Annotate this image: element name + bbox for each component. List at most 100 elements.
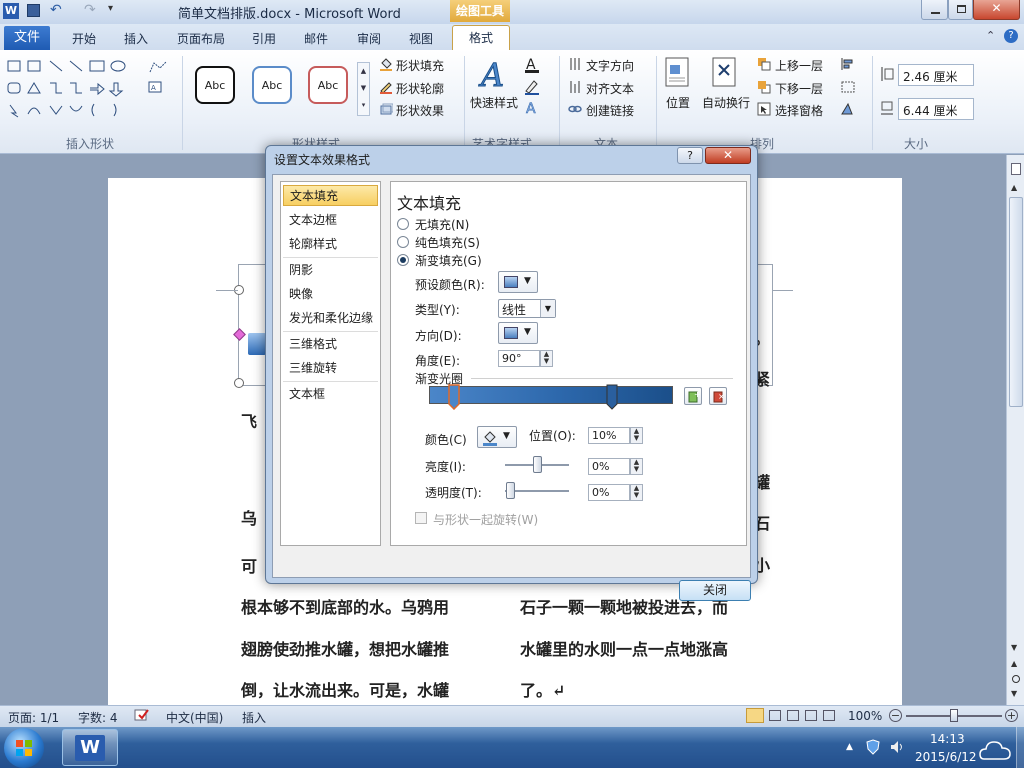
dialog-close-button[interactable]: 关闭 <box>679 580 751 601</box>
save-icon[interactable] <box>27 4 40 17</box>
align-icon[interactable] <box>840 57 862 71</box>
word-app-icon[interactable]: W <box>3 3 19 19</box>
transparency-input[interactable]: 0% <box>588 484 630 501</box>
selection-pane-button[interactable]: 选择窗格 <box>775 102 823 119</box>
show-hidden-icons-icon[interactable]: ▲ <box>846 742 853 752</box>
text-direction-button[interactable]: 文字方向 <box>586 57 634 74</box>
align-text-button[interactable]: 对齐文本 <box>586 80 634 97</box>
undo-icon[interactable]: ↶ <box>50 2 62 18</box>
nav-glow-soft-edges[interactable]: 发光和柔化边缘 <box>283 308 378 329</box>
align-text-icon[interactable] <box>568 80 582 94</box>
direction-dropdown[interactable]: ▼ <box>498 322 538 344</box>
scroll-up-icon[interactable]: ▲ <box>1011 183 1017 192</box>
tab-references[interactable]: 引用 <box>252 30 276 47</box>
nav-reflection[interactable]: 映像 <box>283 284 378 305</box>
create-link-button[interactable]: 创建链接 <box>586 102 634 119</box>
scroll-thumb[interactable] <box>1009 197 1023 407</box>
transparency-spinner[interactable]: ▲ ▼ <box>630 484 643 501</box>
security-shield-icon[interactable] <box>866 739 880 755</box>
web-layout-icon[interactable] <box>787 710 799 721</box>
gradient-stop-2[interactable] <box>606 384 618 410</box>
nav-text-box[interactable]: 文本框 <box>283 384 378 405</box>
text-fill-icon[interactable]: A <box>524 56 546 74</box>
clock-time[interactable]: 14:13 <box>930 732 965 746</box>
brightness-slider-thumb[interactable] <box>533 456 542 473</box>
gradient-fill-label[interactable]: 渐变填充(G) <box>415 252 482 269</box>
insert-mode-indicator[interactable]: 插入 <box>242 709 266 726</box>
stop-position-spinner[interactable]: ▲ ▼ <box>630 427 643 444</box>
next-page-icon[interactable]: ▼ <box>1011 689 1017 698</box>
selection-pane-icon[interactable] <box>757 102 771 116</box>
angle-input[interactable]: 90° <box>498 350 540 367</box>
type-dropdown[interactable]: 线性 ▼ <box>498 299 556 318</box>
minimize-ribbon-icon[interactable]: ⌃ <box>986 29 995 42</box>
nav-outline-style[interactable]: 轮廓样式 <box>283 234 378 255</box>
shape-height-input[interactable]: 2.46 厘米 <box>898 64 974 86</box>
page-count[interactable]: 页面: 1/1 <box>8 709 59 726</box>
gradient-stop-1[interactable] <box>448 384 460 410</box>
tab-review[interactable]: 审阅 <box>357 30 381 47</box>
link-icon[interactable] <box>568 102 582 116</box>
nav-text-outline[interactable]: 文本边框 <box>283 210 378 231</box>
tab-view[interactable]: 视图 <box>409 30 433 47</box>
stop-color-dropdown[interactable]: ▼ <box>477 426 517 448</box>
no-fill-label[interactable]: 无填充(N) <box>415 216 469 233</box>
shape-outline-button[interactable]: 形状轮廓 <box>396 80 444 97</box>
wrap-text-icon[interactable] <box>711 57 737 87</box>
shape-style-sample-dark[interactable]: Abc <box>195 66 235 104</box>
customize-quick-access-icon[interactable]: ▾ <box>108 3 113 14</box>
redo-icon[interactable]: ↷ <box>84 2 96 18</box>
word-count[interactable]: 字数: 4 <box>78 709 118 726</box>
browse-object-icon[interactable] <box>1012 675 1020 683</box>
zoom-in-icon[interactable]: + <box>1005 709 1018 722</box>
text-direction-icon[interactable] <box>568 57 582 71</box>
group-objects-icon[interactable] <box>840 80 862 94</box>
gradient-stops-bar[interactable] <box>429 386 673 404</box>
help-icon[interactable]: ? <box>1004 29 1018 43</box>
wrap-text-button[interactable]: 自动换行 <box>702 94 750 111</box>
send-backward-icon[interactable] <box>757 80 771 94</box>
solid-fill-label[interactable]: 纯色填充(S) <box>415 234 480 251</box>
zoom-level[interactable]: 100% <box>848 709 882 723</box>
shape-styles-gallery-scroll[interactable]: ▲ ▼ ▾ <box>357 62 370 116</box>
taskbar-word-button[interactable]: W <box>62 729 118 766</box>
dialog-help-button[interactable]: ? <box>677 147 703 164</box>
brightness-input[interactable]: 0% <box>588 458 630 475</box>
tab-page-layout[interactable]: 页面布局 <box>177 30 225 47</box>
paint-bucket-icon[interactable] <box>379 57 393 71</box>
vertical-scrollbar[interactable]: ▲ ▼ ▲ ▼ <box>1006 155 1024 705</box>
shape-effects-button[interactable]: 形状效果 <box>396 102 444 119</box>
language-indicator[interactable]: 中文(中国) <box>166 709 223 726</box>
add-gradient-stop-button[interactable]: + <box>684 387 702 405</box>
start-button[interactable] <box>4 728 44 768</box>
no-fill-radio[interactable] <box>397 218 409 230</box>
dialog-close-x-button[interactable]: ✕ <box>705 147 751 164</box>
send-backward-button[interactable]: 下移一层 <box>775 80 823 97</box>
shapes-gallery[interactable] <box>6 58 144 118</box>
outline-view-icon[interactable] <box>805 710 817 721</box>
proofing-icon[interactable] <box>134 708 150 722</box>
clock-date[interactable]: 2015/6/12 <box>915 750 977 764</box>
shape-style-sample-blue[interactable]: Abc <box>252 66 292 104</box>
gradient-fill-radio[interactable] <box>397 254 409 266</box>
draw-textbox-icon[interactable]: A <box>148 80 168 94</box>
scroll-down-icon[interactable]: ▼ <box>1011 643 1017 652</box>
nav-3d-format[interactable]: 三维格式 <box>283 334 378 355</box>
tab-format[interactable]: 格式 <box>452 25 510 51</box>
close-window-button[interactable]: ✕ <box>973 0 1020 20</box>
zoom-out-icon[interactable]: − <box>889 709 902 722</box>
tab-home[interactable]: 开始 <box>72 30 96 47</box>
position-icon[interactable] <box>664 57 690 87</box>
remove-gradient-stop-button[interactable]: × <box>709 387 727 405</box>
shape-width-input[interactable]: 6.44 厘米 <box>898 98 974 120</box>
shape-effects-icon[interactable] <box>379 102 393 116</box>
quick-styles-icon[interactable]: A <box>478 56 512 92</box>
ruler-toggle-icon[interactable] <box>1011 163 1021 175</box>
edit-shape-icon[interactable] <box>148 60 168 74</box>
text-effects-icon[interactable]: A <box>524 99 546 117</box>
nav-text-fill[interactable]: 文本填充 <box>283 185 378 206</box>
print-layout-view-icon[interactable] <box>746 708 764 723</box>
stop-position-input[interactable]: 10% <box>588 427 630 444</box>
pencil-icon[interactable] <box>379 80 393 94</box>
tab-insert[interactable]: 插入 <box>124 30 148 47</box>
